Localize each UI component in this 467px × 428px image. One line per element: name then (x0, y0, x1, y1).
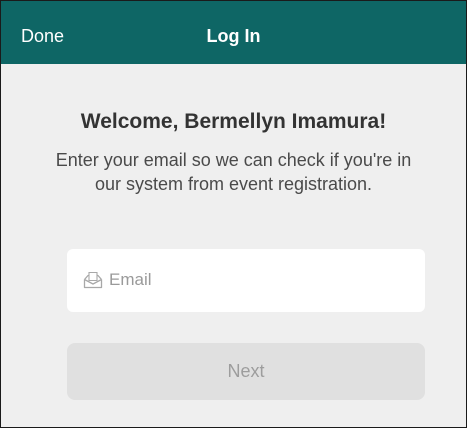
login-screen: Done Log In Welcome, Bermellyn Imamura! … (0, 0, 467, 428)
login-content: Welcome, Bermellyn Imamura! Enter your e… (1, 64, 466, 427)
done-button[interactable]: Done (21, 25, 64, 47)
email-field[interactable] (67, 249, 425, 312)
email-input[interactable] (109, 267, 409, 293)
nav-title: Log In (206, 26, 261, 46)
nav-bar: Done Log In (1, 1, 466, 64)
welcome-heading: Welcome, Bermellyn Imamura! (80, 110, 387, 133)
envelope-icon (83, 271, 103, 289)
welcome-description: Enter your email so we can check if you'… (55, 150, 412, 194)
next-button[interactable]: Next (67, 343, 425, 400)
